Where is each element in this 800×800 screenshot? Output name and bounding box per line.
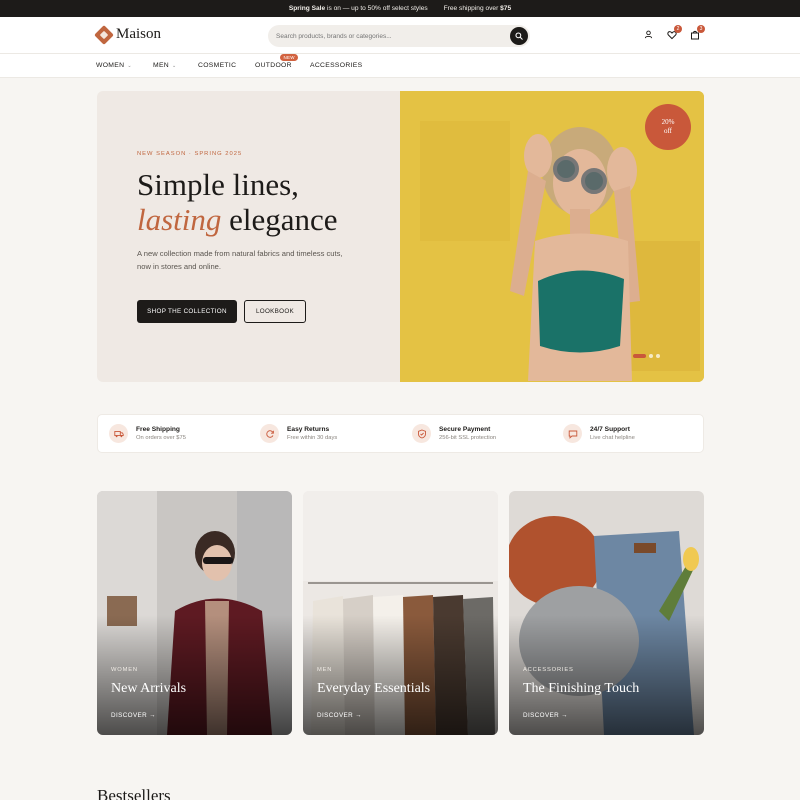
logo-text: Maison: [116, 26, 161, 42]
hero-content: NEW SEASON · SPRING 2025 Simple lines, l…: [97, 91, 400, 382]
header-actions: 2 3: [643, 25, 705, 40]
hero-banner: NEW SEASON · SPRING 2025 Simple lines, l…: [97, 91, 704, 382]
carousel-dot[interactable]: [656, 354, 660, 358]
chat-icon: [563, 424, 582, 443]
feature-title: Secure Payment: [439, 426, 491, 433]
main-nav: WOMEN ⌄ MEN ⌄ COSMETIC OUTDOOR NEW ACCESSO…: [0, 54, 800, 78]
nav-item-accessories[interactable]: ACCESSORIES: [310, 62, 362, 69]
hero-eyebrow: NEW SEASON · SPRING 2025: [137, 151, 243, 157]
card-title: New Arrivals: [111, 681, 187, 696]
bestsellers-heading: Bestsellers: [97, 786, 171, 800]
carousel-dots: [633, 354, 660, 358]
wishlist-button[interactable]: 2: [666, 25, 682, 40]
logo-mark-icon: [94, 24, 114, 45]
nav-item-cosmetic[interactable]: COSMETIC: [198, 62, 236, 69]
new-badge: NEW: [280, 54, 298, 61]
wishlist-count-badge: 2: [674, 25, 682, 33]
card-title: Everyday Essentials: [317, 681, 431, 696]
announcement-bar: Spring Sale is on — up to 50% off select…: [0, 0, 800, 17]
discount-badge: 20% off: [645, 104, 691, 150]
discover-link[interactable]: DISCOVER →: [111, 712, 156, 719]
feature-title: 24/7 Support: [590, 426, 630, 433]
card-eyebrow: WOMEN: [111, 667, 138, 673]
shop-collection-button[interactable]: SHOP THE COLLECTION: [137, 300, 237, 323]
feature-title: Free Shipping: [136, 426, 180, 433]
lookbook-button[interactable]: LOOKBOOK: [244, 300, 306, 323]
discover-link[interactable]: DISCOVER →: [317, 712, 362, 719]
account-button[interactable]: [643, 29, 654, 40]
features-bar: Free Shipping On orders over $75 Easy Ret…: [97, 414, 704, 453]
hero-description: A new collection made from natural fabri…: [137, 249, 343, 271]
feature-subtitle: On orders over $75: [136, 435, 186, 441]
carousel-dot[interactable]: [649, 354, 653, 358]
truck-icon: [109, 424, 128, 443]
discover-link[interactable]: DISCOVER →: [523, 712, 568, 719]
shield-icon: [412, 424, 431, 443]
hero-title: Simple lines, lasting elegance: [137, 167, 338, 237]
feature-subtitle: Free within 30 days: [287, 435, 338, 441]
cart-count-badge: 3: [697, 25, 705, 33]
card-title: The Finishing Touch: [523, 681, 640, 696]
search-input[interactable]: [268, 25, 498, 48]
chevron-down-icon: ⌄: [172, 62, 177, 69]
feature-item: 24/7 Support Live chat helpline: [563, 424, 635, 443]
site-header: Maison 2 3: [0, 17, 800, 54]
category-card-men[interactable]: MEN Everyday Essentials DISCOVER →: [303, 491, 498, 735]
search-bar: [268, 25, 530, 48]
nav-item-outdoor[interactable]: OUTDOOR NEW: [255, 54, 298, 69]
chevron-down-icon: ⌄: [127, 62, 132, 69]
feature-subtitle: 256-bit SSL protection: [439, 435, 497, 441]
refresh-icon: [260, 424, 279, 443]
search-button[interactable]: [510, 27, 528, 45]
account-icon: [644, 30, 653, 39]
feature-item: Free Shipping On orders over $75: [109, 424, 186, 443]
feature-item: Secure Payment 256-bit SSL protection: [412, 424, 496, 443]
carousel-dot[interactable]: [633, 354, 646, 358]
hero-image: 20% off: [400, 91, 704, 382]
card-eyebrow: MEN: [317, 667, 333, 673]
category-card-women[interactable]: WOMEN New Arrivals DISCOVER →: [97, 491, 292, 735]
cart-button[interactable]: 3: [689, 25, 705, 40]
feature-title: Easy Returns: [287, 426, 330, 433]
nav-item-men[interactable]: MEN ⌄: [153, 62, 177, 69]
shipping-announcement: Free shipping over $75: [443, 5, 512, 12]
search-icon: [515, 32, 523, 40]
category-card-accessories[interactable]: ACCESSORIES The Finishing Touch DISCOVER…: [509, 491, 704, 735]
logo[interactable]: Maison: [94, 24, 161, 45]
feature-subtitle: Live chat helpline: [590, 435, 635, 441]
card-eyebrow: ACCESSORIES: [523, 667, 574, 673]
feature-item: Easy Returns Free within 30 days: [260, 424, 337, 443]
nav-item-women[interactable]: WOMEN ⌄: [96, 62, 132, 69]
sale-announcement: Spring Sale is on — up to 50% off select…: [288, 5, 428, 12]
